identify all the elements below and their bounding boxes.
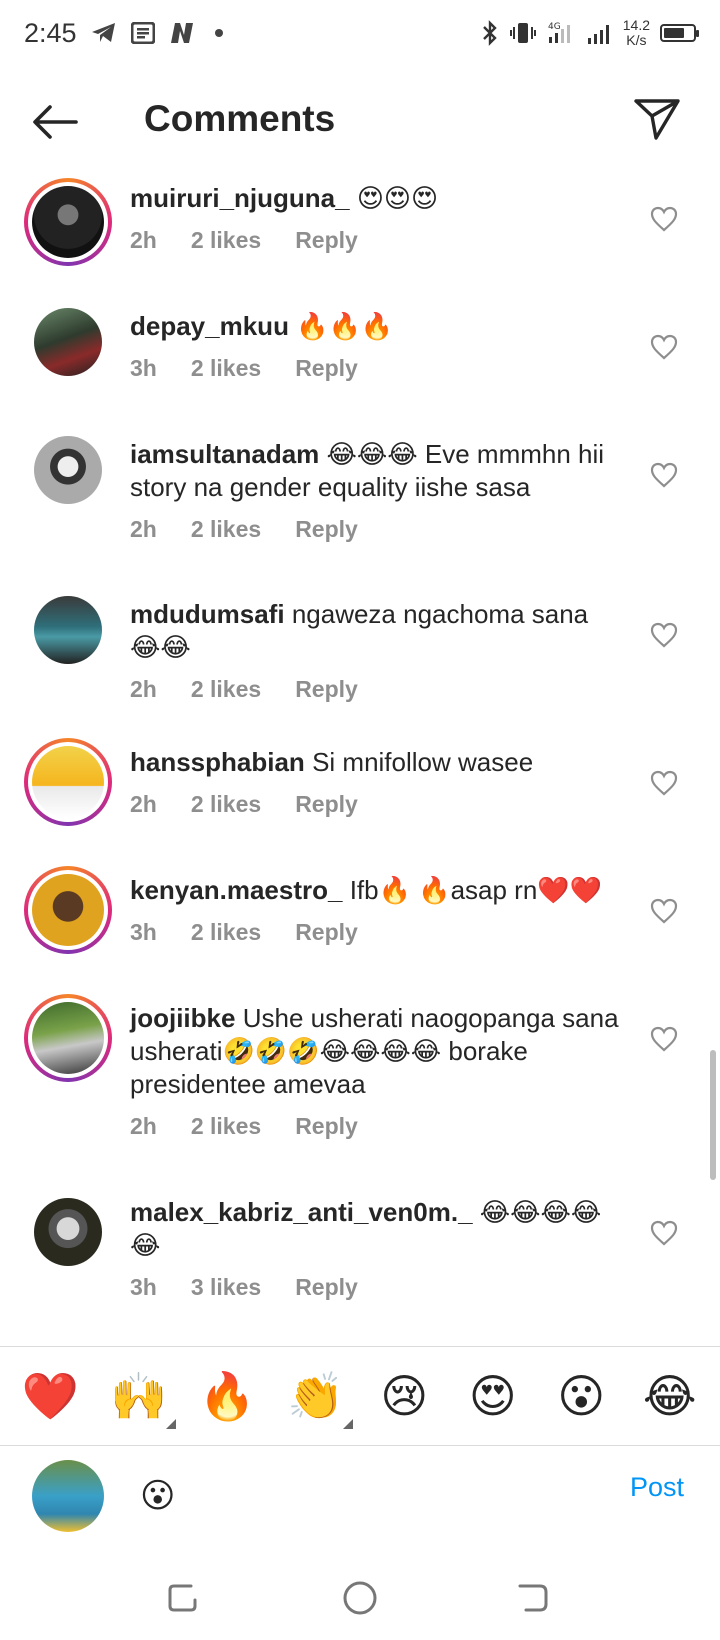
heart-icon[interactable]	[650, 1220, 678, 1246]
avatar[interactable]	[24, 426, 112, 514]
skin-tone-picker-icon	[165, 1419, 176, 1429]
heart-icon[interactable]	[650, 334, 678, 360]
network-speed: 14.2 K/s	[622, 17, 650, 48]
comment-username[interactable]: iamsultanadam	[130, 439, 319, 469]
comment-time: 3h	[130, 919, 157, 945]
back-arrow-icon[interactable]	[30, 102, 80, 142]
telegram-icon	[91, 22, 117, 44]
comment-text: 🔥🔥🔥	[296, 311, 394, 341]
heart-icon[interactable]	[650, 898, 678, 924]
comment-username[interactable]: depay_mkuu	[130, 311, 289, 341]
comment-likes[interactable]: 2 likes	[191, 676, 261, 703]
comment-username[interactable]: malex_kabriz_anti_ven0m._	[130, 1197, 473, 1227]
comment-text: 😍😍😍	[356, 183, 439, 213]
comment-username[interactable]: hanssphabian	[130, 747, 305, 777]
avatar[interactable]	[24, 298, 112, 386]
comment-time: 3h	[130, 1274, 157, 1300]
emoji-clapping-button[interactable]: 👏	[281, 1361, 353, 1431]
avatar[interactable]	[24, 1188, 112, 1276]
comment-likes[interactable]: 2 likes	[191, 1113, 261, 1140]
signal-bars-icon	[587, 21, 613, 45]
comment-likes[interactable]: 2 likes	[191, 919, 261, 946]
reply-button[interactable]: Reply	[295, 355, 358, 382]
comments-list[interactable]: muiruri_njuguna_ 😍😍😍 2h 2 likes Reply de…	[0, 170, 720, 1346]
emoji-quick-bar: ❤️ 🙌 🔥 👏 😢 😍 😮 😂	[0, 1346, 720, 1446]
reply-button[interactable]: Reply	[295, 516, 358, 543]
emoji-raising-hands-button[interactable]: 🙌	[104, 1361, 176, 1431]
comment-username[interactable]: joojiibke	[130, 1003, 235, 1033]
heart-icon[interactable]	[650, 462, 678, 488]
reply-button[interactable]: Reply	[295, 1274, 358, 1301]
comment-time: 3h	[130, 355, 157, 381]
emoji-fire-button[interactable]: 🔥	[192, 1361, 262, 1431]
avatar[interactable]	[24, 586, 112, 674]
battery-icon	[660, 24, 699, 42]
reply-button[interactable]: Reply	[295, 919, 358, 946]
comment-likes[interactable]: 2 likes	[191, 791, 261, 818]
reply-button[interactable]: Reply	[295, 227, 358, 254]
scrollbar[interactable]	[710, 1050, 716, 1180]
status-time: 2:45	[24, 17, 77, 48]
bluetooth-icon	[481, 20, 499, 46]
vibrate-icon	[509, 21, 537, 45]
avatar[interactable]	[24, 866, 112, 954]
header: Comments	[0, 80, 720, 166]
avatar[interactable]	[24, 738, 112, 826]
battery-level	[664, 28, 684, 38]
skin-tone-picker-icon	[342, 1419, 353, 1429]
page-title: Comments	[144, 98, 336, 139]
comment-username[interactable]: kenyan.maestro_	[130, 875, 342, 905]
comment-likes[interactable]: 2 likes	[191, 355, 261, 382]
heart-icon[interactable]	[650, 1026, 678, 1052]
reply-button[interactable]: Reply	[295, 791, 358, 818]
avatar[interactable]	[24, 994, 112, 1082]
comment-likes[interactable]: 2 likes	[191, 227, 261, 254]
comment-text: Ifb🔥 🔥asap rn❤️❤️	[349, 875, 603, 905]
status-bar: 2:45 4G 14.2 K/s	[0, 0, 720, 66]
post-button[interactable]: Post	[630, 1472, 684, 1503]
avatar[interactable]	[24, 178, 112, 266]
reply-button[interactable]: Reply	[295, 676, 358, 703]
signal-4g-icon: 4G	[547, 20, 577, 46]
recent-apps-icon[interactable]	[164, 1578, 204, 1618]
comment-text: Si mnifollow wasee	[312, 747, 534, 777]
heart-icon[interactable]	[650, 206, 678, 232]
system-nav-bar	[0, 1554, 720, 1640]
comment-input[interactable]: 😮	[140, 1466, 580, 1526]
comment-username[interactable]: mdudumsafi	[130, 599, 285, 629]
comment-composer: 😮 Post	[0, 1446, 720, 1554]
emoji-heart-eyes-button[interactable]: 😍	[458, 1361, 528, 1431]
avatar	[32, 1460, 104, 1532]
comment-time: 2h	[130, 516, 157, 542]
comment-time: 2h	[130, 1113, 157, 1139]
reply-button[interactable]: Reply	[295, 1113, 358, 1140]
comment-time: 2h	[130, 791, 157, 817]
news-icon	[130, 22, 155, 44]
comment-username[interactable]: muiruri_njuguna_	[130, 183, 350, 213]
back-nav-icon[interactable]	[514, 1578, 554, 1618]
comment-time: 2h	[130, 227, 157, 253]
comment-likes[interactable]: 2 likes	[191, 516, 261, 543]
comment-time: 2h	[130, 676, 157, 702]
netflix-n-icon	[169, 22, 195, 44]
svg-text:4G: 4G	[548, 22, 561, 32]
heart-icon[interactable]	[650, 770, 678, 796]
heart-icon[interactable]	[650, 622, 678, 648]
emoji-surprised-button[interactable]: 😮	[546, 1361, 616, 1431]
emoji-laughing-button[interactable]: 😂	[635, 1361, 705, 1431]
home-icon[interactable]	[340, 1578, 380, 1618]
send-icon[interactable]	[632, 96, 682, 142]
notification-dot-icon	[214, 29, 223, 37]
emoji-heart-button[interactable]: ❤️	[15, 1361, 85, 1431]
comment-likes[interactable]: 3 likes	[191, 1274, 261, 1301]
emoji-crying-button[interactable]: 😢	[369, 1361, 439, 1431]
